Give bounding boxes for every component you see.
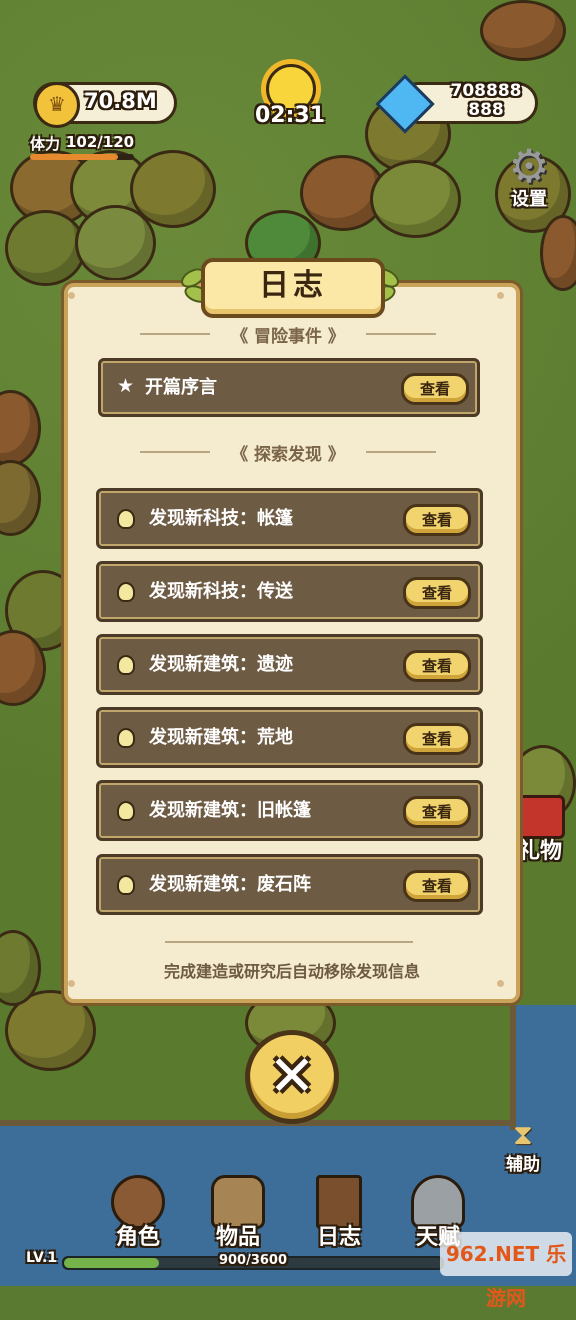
view-button[interactable]: 查看 (403, 870, 471, 902)
event-label: 开篇序言 (145, 377, 217, 398)
stamina-bar (30, 154, 134, 160)
panel-rivet (497, 292, 504, 299)
discovery-label: 发现新科技：传送 (149, 581, 293, 602)
nav-tab-journal[interactable]: 日志 (299, 1175, 379, 1251)
view-button[interactable]: 查看 (403, 796, 471, 828)
section-chevron-left: 《 (231, 445, 254, 465)
section-header-events: 《 冒险事件 》 (140, 322, 436, 347)
nav-tab-character[interactable]: 角色 (98, 1175, 178, 1251)
nav-label: 角色 (115, 1225, 160, 1250)
dialog-title-plate: 日志 (201, 258, 385, 318)
river (510, 1005, 576, 1130)
gem-counter[interactable]: 708888 888 (375, 74, 538, 134)
section-rule (140, 333, 210, 335)
discovery-label: 发现新科技：帐篷 (149, 508, 293, 529)
day-timer: 02:31 (254, 103, 326, 128)
xp-bar: 900/3600 (62, 1253, 444, 1270)
stamina-label: 体力 (30, 135, 61, 153)
lightbulb-icon (117, 655, 135, 675)
section-chevron-right: 》 (322, 327, 345, 347)
discovery-row[interactable]: 发现新科技：传送 查看 (96, 561, 483, 622)
footer-divider (165, 941, 413, 943)
tree (370, 160, 461, 238)
footer-note: 完成建造或研究后自动移除发现信息 (163, 962, 420, 981)
crown-coin-icon: ♛ (34, 82, 80, 128)
discovery-label: 发现新建筑：荒地 (149, 727, 293, 748)
hourglass-icon: ⧗ (513, 1118, 533, 1151)
stamina-bar-fill (30, 154, 119, 160)
view-button[interactable]: 查看 (403, 723, 471, 755)
panel-rivet (68, 292, 75, 299)
gold-amount: 70.8M (84, 89, 157, 113)
gear-icon: ⚙ (508, 139, 550, 193)
xp-value: 900/3600 (218, 1253, 288, 1268)
lightbulb-icon (117, 582, 135, 602)
section-header-discoveries: 《 探索发现 》 (140, 440, 436, 465)
lightbulb-icon (117, 728, 135, 748)
assist-button[interactable]: ⧗ 辅助 (500, 1120, 546, 1180)
gem-amount-line1: 708888 (450, 81, 522, 101)
view-button[interactable]: 查看 (401, 373, 469, 405)
discovery-row[interactable]: 发现新科技：帐篷 查看 (96, 488, 483, 549)
close-icon: ✕ (268, 1044, 316, 1109)
event-row[interactable]: ★ 开篇序言 查看 (98, 358, 480, 417)
nav-tab-items[interactable]: 物品 (198, 1175, 278, 1251)
discovery-label: 发现新建筑：旧帐篷 (149, 800, 311, 821)
discovery-row[interactable]: 发现新建筑：荒地 查看 (96, 707, 483, 768)
lightbulb-icon (117, 509, 135, 529)
section-rule (366, 451, 436, 453)
section-rule (140, 451, 210, 453)
lightbulb-icon (117, 875, 135, 895)
tree (75, 205, 156, 281)
discovery-row[interactable]: 发现新建筑：废石阵 查看 (96, 854, 483, 915)
dialog-title: 日志 (259, 268, 327, 303)
view-button[interactable]: 查看 (403, 504, 471, 536)
discovery-label: 发现新建筑：遗迹 (149, 654, 293, 675)
discovery-row[interactable]: 发现新建筑：旧帐篷 查看 (96, 780, 483, 841)
settings-button[interactable]: ⚙ 设置 (503, 139, 555, 210)
stamina-value: 102/120 (66, 133, 135, 151)
discovery-row[interactable]: 发现新建筑：遗迹 查看 (96, 634, 483, 695)
discovery-label: 发现新建筑：废石阵 (149, 874, 311, 895)
gem-amount-line2: 888 (468, 100, 504, 120)
tree (5, 210, 86, 286)
section-rule (366, 333, 436, 335)
lightbulb-icon (117, 801, 135, 821)
section-chevron-right: 》 (322, 445, 345, 465)
nav-label: 物品 (215, 1225, 260, 1250)
section-title: 冒险事件 (254, 327, 322, 347)
star-icon: ★ (117, 375, 135, 397)
watermark-logo: 962.NET 乐游网 (440, 1232, 572, 1310)
nav-label: 日志 (316, 1225, 361, 1250)
tree (480, 0, 566, 61)
view-button[interactable]: 查看 (403, 650, 471, 682)
close-button[interactable]: ✕ (245, 1030, 339, 1124)
gold-counter[interactable]: ♛ 70.8M (33, 82, 177, 128)
section-chevron-left: 《 (231, 327, 254, 347)
section-title: 探索发现 (254, 445, 322, 465)
assist-label: 辅助 (506, 1155, 540, 1175)
player-level: LV.1 (26, 1250, 58, 1266)
view-button[interactable]: 查看 (403, 577, 471, 609)
